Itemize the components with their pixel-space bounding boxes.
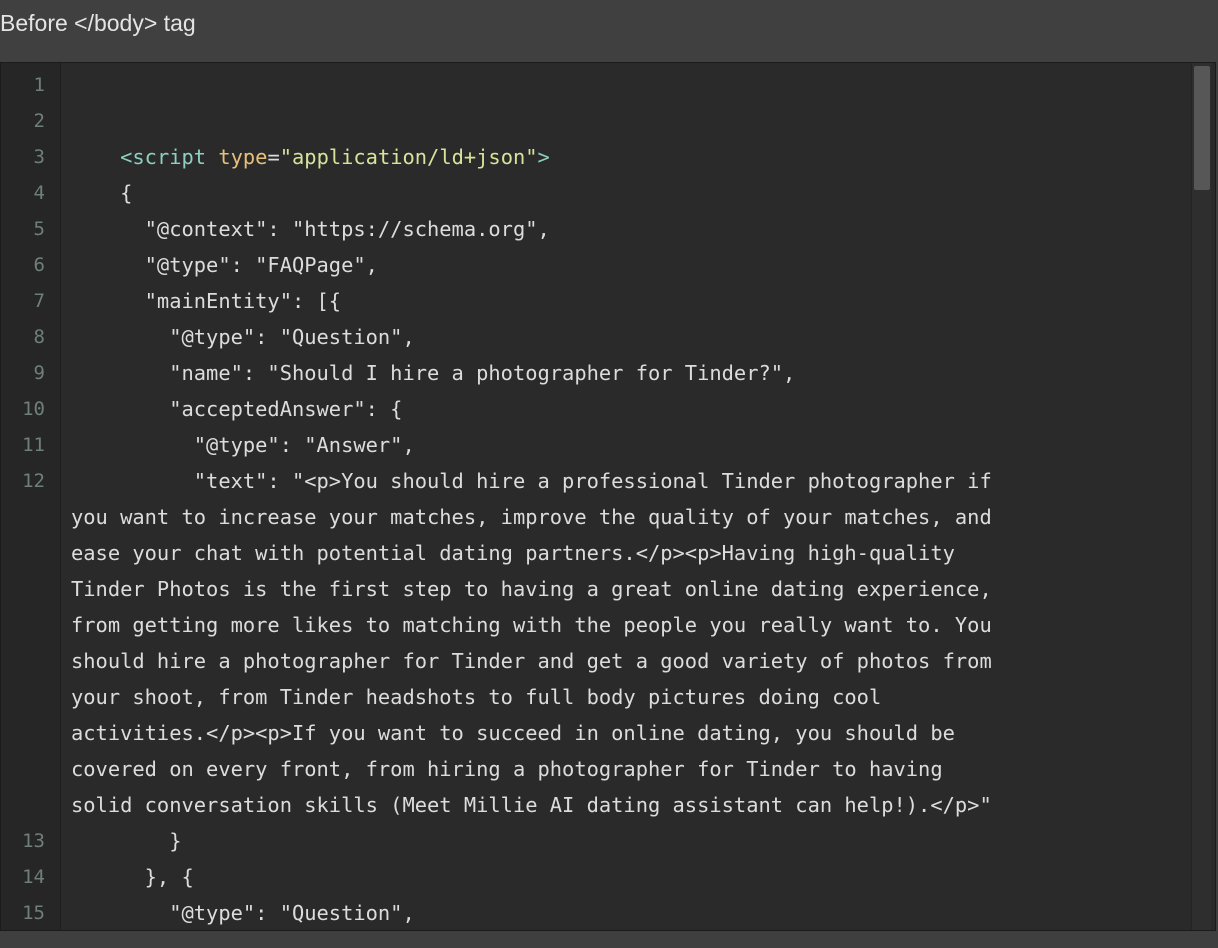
code-line-wrapped[interactable]: you want to increase your matches, impro… [71,499,1186,535]
line-number: 5 [33,218,45,240]
line-number: 2 [33,110,45,132]
line-number: 11 [22,434,45,456]
code-line[interactable]: } [71,823,1186,859]
code-line[interactable]: "@type": "Question", [71,895,1186,930]
code-line[interactable]: { [71,175,1186,211]
panel-title: Before </body> tag [0,10,196,36]
line-number: 13 [22,830,45,852]
line-number: 6 [33,254,45,276]
line-number: 1 [33,74,45,96]
code-line[interactable]: "@type": "Question", [71,319,1186,355]
code-line-wrapped[interactable]: solid conversation skills (Meet Millie A… [71,787,1186,823]
line-number: 4 [33,182,45,204]
code-line-wrapped[interactable]: your shoot, from Tinder headshots to ful… [71,679,1186,715]
code-line[interactable]: "name": "Should I hire a photographer fo… [71,355,1186,391]
code-line-wrapped[interactable]: covered on every front, from hiring a ph… [71,751,1186,787]
line-number: 15 [22,902,45,924]
code-line[interactable]: "acceptedAnswer": { [71,391,1186,427]
code-token: > [537,145,550,169]
line-number-gutter: 1 2 3 4 5 6 7 8 9 10 11 12 13 14 15 [1,63,61,930]
line-number: 9 [33,362,45,384]
code-line-wrapped[interactable]: should hire a photographer for Tinder an… [71,643,1186,679]
line-number: 7 [33,290,45,312]
panel-header: Before </body> tag [0,0,1218,62]
code-line[interactable]: "mainEntity": [{ [71,283,1186,319]
line-number: 8 [33,326,45,348]
code-token: < [71,145,133,169]
code-token-string: "application/ld+json" [279,145,538,169]
scrollbar-thumb[interactable] [1194,66,1210,190]
line-number: 3 [33,146,45,168]
code-token: = [267,145,280,169]
code-line-wrapped[interactable]: ease your chat with potential dating par… [71,535,1186,571]
code-editor[interactable]: 1 2 3 4 5 6 7 8 9 10 11 12 13 14 15 <scr… [0,62,1216,931]
line-number: 12 [22,470,45,492]
code-line[interactable]: "@type": "FAQPage", [71,247,1186,283]
code-line[interactable]: "text": "<p>You should hire a profession… [71,463,1186,499]
code-line-wrapped[interactable]: activities.</p><p>If you want to succeed… [71,715,1186,751]
line-number: 14 [22,866,45,888]
vertical-scrollbar[interactable] [1191,63,1211,930]
code-line[interactable]: "@context": "https://schema.org", [71,211,1186,247]
panel-footer [0,931,1218,948]
line-number: 10 [22,398,45,420]
code-token-attribute: type [218,145,268,169]
code-line[interactable]: }, { [71,859,1186,895]
code-line-wrapped[interactable]: Tinder Photos is the first step to havin… [71,571,1186,607]
code-token-tag: script [132,145,207,169]
code-line-wrapped[interactable]: from getting more likes to matching with… [71,607,1186,643]
code-line[interactable]: <script type="application/ld+json"> [71,139,1186,175]
code-line[interactable]: "@type": "Answer", [71,427,1186,463]
